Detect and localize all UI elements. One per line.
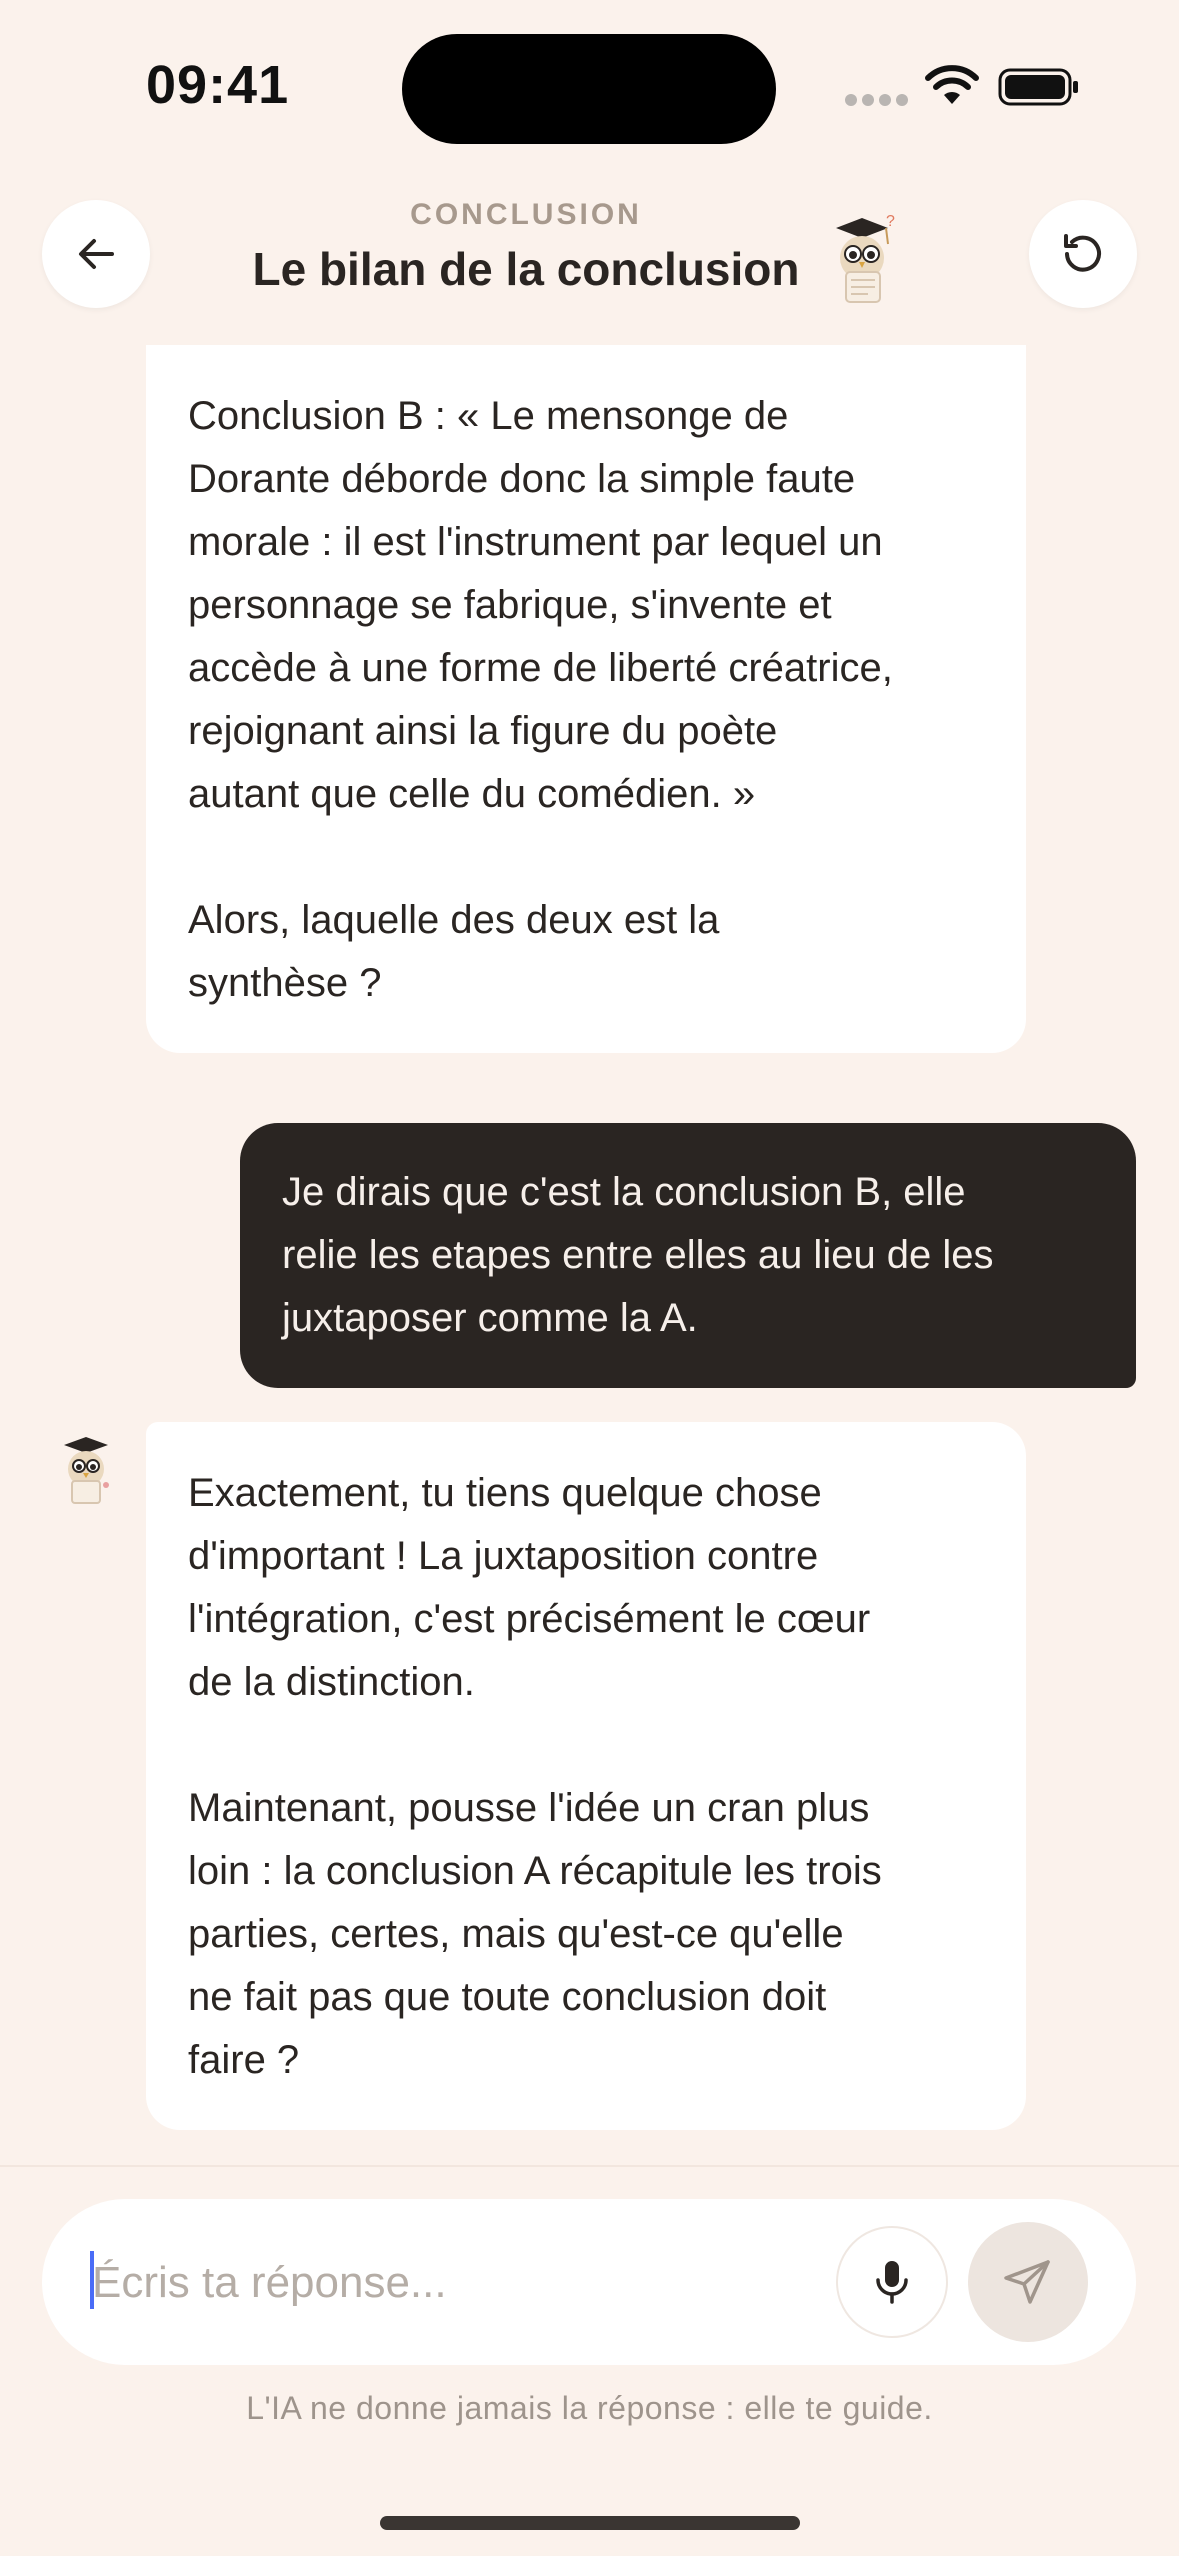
svg-text:?: ? <box>886 214 895 230</box>
rotate-ccw-icon <box>1064 234 1101 272</box>
status-time: 09:41 <box>146 55 290 115</box>
assistant-message: Conclusion B : « Le mensonge de Dorante … <box>146 345 1026 1053</box>
dynamic-island <box>402 34 776 144</box>
chat-thread[interactable]: Conclusion B : « Le mensonge de Dorante … <box>0 345 1179 2165</box>
user-message: Je dirais que c'est la conclusion B, ell… <box>240 1123 1136 1388</box>
status-bar: 09:41 <box>0 0 1179 170</box>
reply-input[interactable] <box>90 2239 834 2327</box>
wifi-icon <box>925 65 979 104</box>
composer-divider <box>0 2165 1179 2167</box>
microphone-button[interactable] <box>836 2226 948 2338</box>
send-button[interactable] <box>968 2222 1088 2342</box>
text-caret <box>90 2251 94 2309</box>
composer <box>42 2199 1136 2365</box>
restart-button[interactable] <box>1029 200 1137 308</box>
home-indicator[interactable] <box>380 2516 800 2530</box>
ai-disclaimer: L'IA ne donne jamais la réponse : elle t… <box>246 2390 933 2426</box>
owl-avatar-icon <box>64 1437 109 1504</box>
microphone-icon <box>876 2261 908 2304</box>
chat-header: CONCLUSION Le bilan de la conclusion ? <box>0 180 1179 345</box>
assistant-message: Exactement, tu tiens quelque chose d'imp… <box>146 1422 1026 2130</box>
owl-graduate-icon: ? <box>836 214 895 303</box>
battery-icon <box>998 68 1078 106</box>
send-icon <box>1004 2260 1050 2304</box>
cellular-signal-icon <box>845 94 908 108</box>
